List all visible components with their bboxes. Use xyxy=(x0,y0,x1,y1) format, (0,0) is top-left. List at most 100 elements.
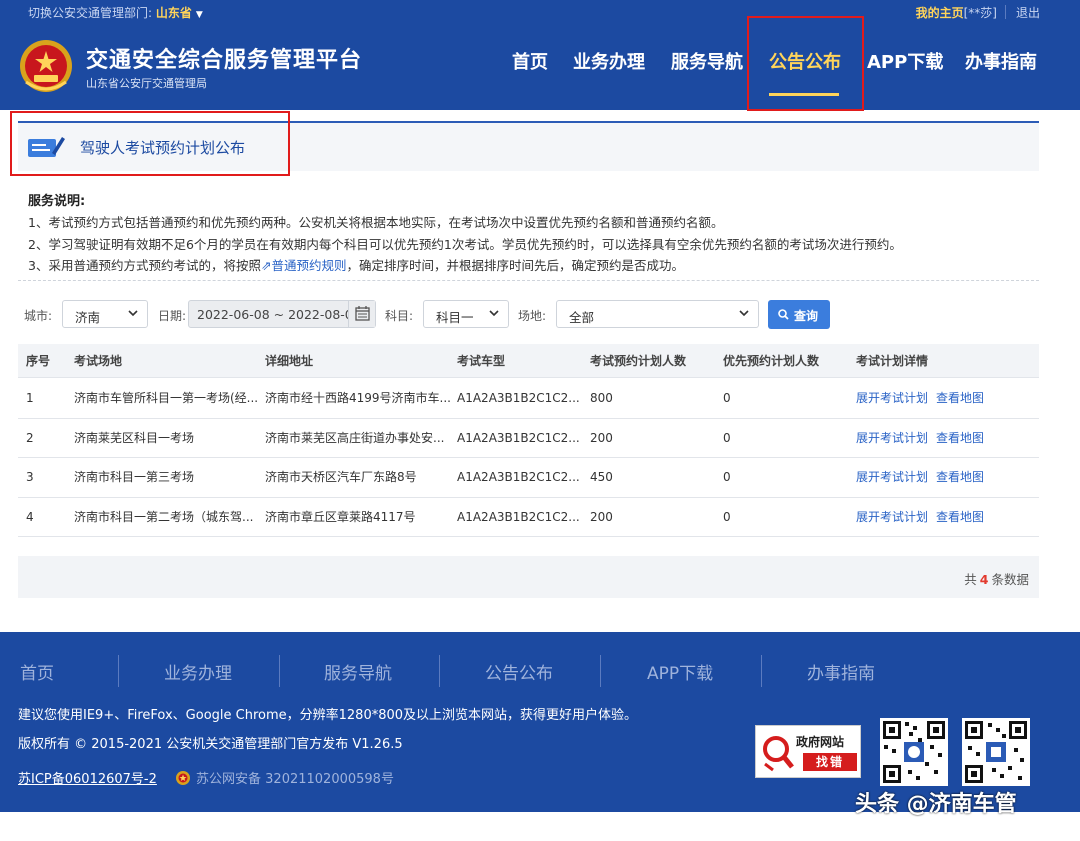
user-name: [**莎] xyxy=(963,6,997,20)
divider xyxy=(18,280,1039,281)
link-icon[interactable]: ⇗ xyxy=(261,258,271,273)
column-header: 考试场地 xyxy=(74,354,123,368)
column-header: 考试计划详情 xyxy=(856,354,929,368)
cell-venue: 济南市车管所科目一第一考场(经... xyxy=(74,391,259,405)
view-map-link[interactable]: 查看地图 xyxy=(936,498,984,537)
view-map-link[interactable]: 查看地图 xyxy=(936,419,984,458)
search-icon xyxy=(778,309,789,320)
footer-nav-service-guide[interactable]: 服务导航 xyxy=(324,659,392,684)
province-selector[interactable]: 山东省 xyxy=(156,6,192,20)
total-number: 4 xyxy=(979,572,989,587)
chevron-down-icon xyxy=(489,310,499,317)
cell-address: 济南市经十西路4199号济南市车... xyxy=(265,391,450,405)
total-count: 共 4 条数据 xyxy=(964,569,1029,588)
cell-venue: 济南市科目一第二考场（城东驾... xyxy=(74,509,254,524)
query-label: 查询 xyxy=(794,309,819,323)
table-row: 2 济南莱芜区科目一考场 济南市莱芜区高庄街道办事处安... A1A2A3B1B… xyxy=(18,419,1039,458)
table-header: 序号 考试场地 详细地址 考试车型 考试预约计划人数 优先预约计划人数 考试计划… xyxy=(18,344,1039,378)
subject-label: 科目: xyxy=(385,309,414,323)
cell-priority: 0 xyxy=(723,430,731,445)
column-header: 优先预约计划人数 xyxy=(723,354,820,368)
footer-nav-app-download[interactable]: APP下载 xyxy=(647,659,713,684)
footer-nav-business[interactable]: 业务办理 xyxy=(164,659,232,684)
service-note: 服务说明: 1、考试预约方式包括普通预约和优先预约两种。公安机关将根据本地实际，… xyxy=(28,190,1048,277)
city-select[interactable]: 济南 xyxy=(62,300,148,328)
date-range-input[interactable]: 2022-06-08 ~ 2022-08-08 xyxy=(188,300,376,328)
cell-venue: 济南莱芜区科目一考场 xyxy=(74,430,195,445)
column-header: 考试车型 xyxy=(457,354,506,368)
query-button[interactable]: 查询 xyxy=(768,300,830,329)
cell-planned: 200 xyxy=(590,430,613,445)
venue-value: 全部 xyxy=(569,310,595,325)
highlight-box-section xyxy=(10,111,290,176)
footer-nav-home[interactable]: 首页 xyxy=(20,659,54,684)
logout-link[interactable]: 退出 xyxy=(1016,6,1040,20)
magnifier-icon xyxy=(763,736,794,772)
expand-plan-link[interactable]: 展开考试计划 xyxy=(856,458,928,497)
subject-select[interactable]: 科目一 xyxy=(423,300,509,328)
qr-code-icon xyxy=(962,718,1030,786)
gov-badge-line2: 找错 xyxy=(803,753,857,771)
divider xyxy=(279,655,280,687)
caret-down-icon[interactable]: ▼ xyxy=(196,10,203,20)
nav-app-download[interactable]: APP下载 xyxy=(867,48,943,74)
nav-home[interactable]: 首页 xyxy=(512,48,548,74)
nav-business[interactable]: 业务办理 xyxy=(573,48,645,74)
switch-department[interactable]: 切换公安交通管理部门: 山东省 ▼ xyxy=(28,4,203,21)
cell-no: 1 xyxy=(26,391,34,405)
cell-priority: 0 xyxy=(723,391,731,405)
cell-priority: 0 xyxy=(723,470,731,484)
column-header: 详细地址 xyxy=(265,354,314,368)
note-text: 3、采用普通预约方式预约考试的，将按照 xyxy=(28,258,261,273)
filter-bar: 城市: 济南 日期: 2022-06-08 ~ 2022-08-08 科目: 科… xyxy=(0,298,1080,330)
table-row: 1 济南市车管所科目一第一考场(经... 济南市经十西路4199号济南市车...… xyxy=(18,379,1039,419)
cell-venue: 济南市科目一第三考场 xyxy=(74,470,195,484)
expand-plan-link[interactable]: 展开考试计划 xyxy=(856,379,928,418)
nav-service-guide[interactable]: 服务导航 xyxy=(671,48,743,74)
city-label: 城市: xyxy=(24,309,53,323)
footer-nav-announcements[interactable]: 公告公布 xyxy=(485,659,553,684)
browser-tip: 建议您使用IE9+、FireFox、Google Chrome，分辨率1280*… xyxy=(18,708,638,723)
ordinary-booking-rules-link[interactable]: 普通预约规则 xyxy=(271,258,346,273)
service-note-line: 2、学习驾驶证明有效期不足6个月的学员在有效期内每个科目可以优先预约1次考试。学… xyxy=(28,236,902,252)
view-map-link[interactable]: 查看地图 xyxy=(936,458,984,497)
main-nav: 首页 业务办理 服务导航 公告公布 APP下载 办事指南 xyxy=(0,48,1080,78)
expand-plan-link[interactable]: 展开考试计划 xyxy=(856,419,928,458)
venue-label: 场地: xyxy=(518,309,547,323)
footer-nav-guide[interactable]: 办事指南 xyxy=(807,659,875,684)
expand-plan-link[interactable]: 展开考试计划 xyxy=(856,498,928,537)
cell-no: 3 xyxy=(26,470,34,484)
police-record-link[interactable]: 苏公网安备 32021102000598号 xyxy=(175,771,394,787)
divider xyxy=(439,655,440,687)
calendar-button[interactable] xyxy=(348,301,375,327)
highlight-box-nav xyxy=(747,16,864,111)
cell-address: 济南市章丘区章莱路4117号 xyxy=(265,509,416,524)
venue-select[interactable]: 全部 xyxy=(556,300,759,328)
record-info: 苏ICP备06012607号-2 苏公网安备 32021102000598号 xyxy=(18,768,394,787)
view-map-link[interactable]: 查看地图 xyxy=(936,379,984,418)
icp-link[interactable]: 苏ICP备06012607号-2 xyxy=(18,772,157,787)
cell-vehicle: A1A2A3B1B2C1C2... xyxy=(457,430,580,445)
cell-vehicle: A1A2A3B1B2C1C2... xyxy=(457,509,580,524)
divider xyxy=(761,655,762,687)
table-row: 3 济南市科目一第三考场 济南市天桥区汽车厂东路8号 A1A2A3B1B2C1C… xyxy=(18,458,1039,498)
cell-no: 4 xyxy=(26,509,34,524)
table-row: 4 济南市科目一第二考场（城东驾... 济南市章丘区章莱路4117号 A1A2A… xyxy=(18,498,1039,537)
nav-guide[interactable]: 办事指南 xyxy=(965,48,1037,74)
gov-site-error-report-badge[interactable]: 政府网站 找错 xyxy=(755,725,861,778)
divider xyxy=(600,655,601,687)
user-links: 我的主页[**莎] 退出 xyxy=(916,4,1040,21)
cell-address: 济南市天桥区汽车厂东路8号 xyxy=(265,470,417,484)
total-suffix: 条数据 xyxy=(991,572,1029,587)
cell-planned: 200 xyxy=(590,509,613,524)
top-bar: 切换公安交通管理部门: 山东省 ▼ 我的主页[**莎] 退出 xyxy=(0,0,1080,24)
date-value: 2022-06-08 ~ 2022-08-08 xyxy=(197,307,361,322)
my-home-link[interactable]: 我的主页 xyxy=(916,6,964,20)
service-note-line: 3、采用普通预约方式预约考试的，将按照⇗普通预约规则，确定排序时间，并根据排序时… xyxy=(28,255,1048,277)
service-note-line: 1、考试预约方式包括普通预约和优先预约两种。公安机关将根据本地实际，在考试场次中… xyxy=(28,215,724,230)
column-header: 序号 xyxy=(26,354,51,368)
chevron-down-icon xyxy=(739,310,749,317)
site-header: 切换公安交通管理部门: 山东省 ▼ 我的主页[**莎] 退出 交通安全综合服务管理平… xyxy=(0,0,1080,110)
calendar-icon xyxy=(355,306,370,321)
copyright: 版权所有 © 2015-2021 公安机关交通管理部门官方发布 V1.26.5 xyxy=(18,737,403,752)
